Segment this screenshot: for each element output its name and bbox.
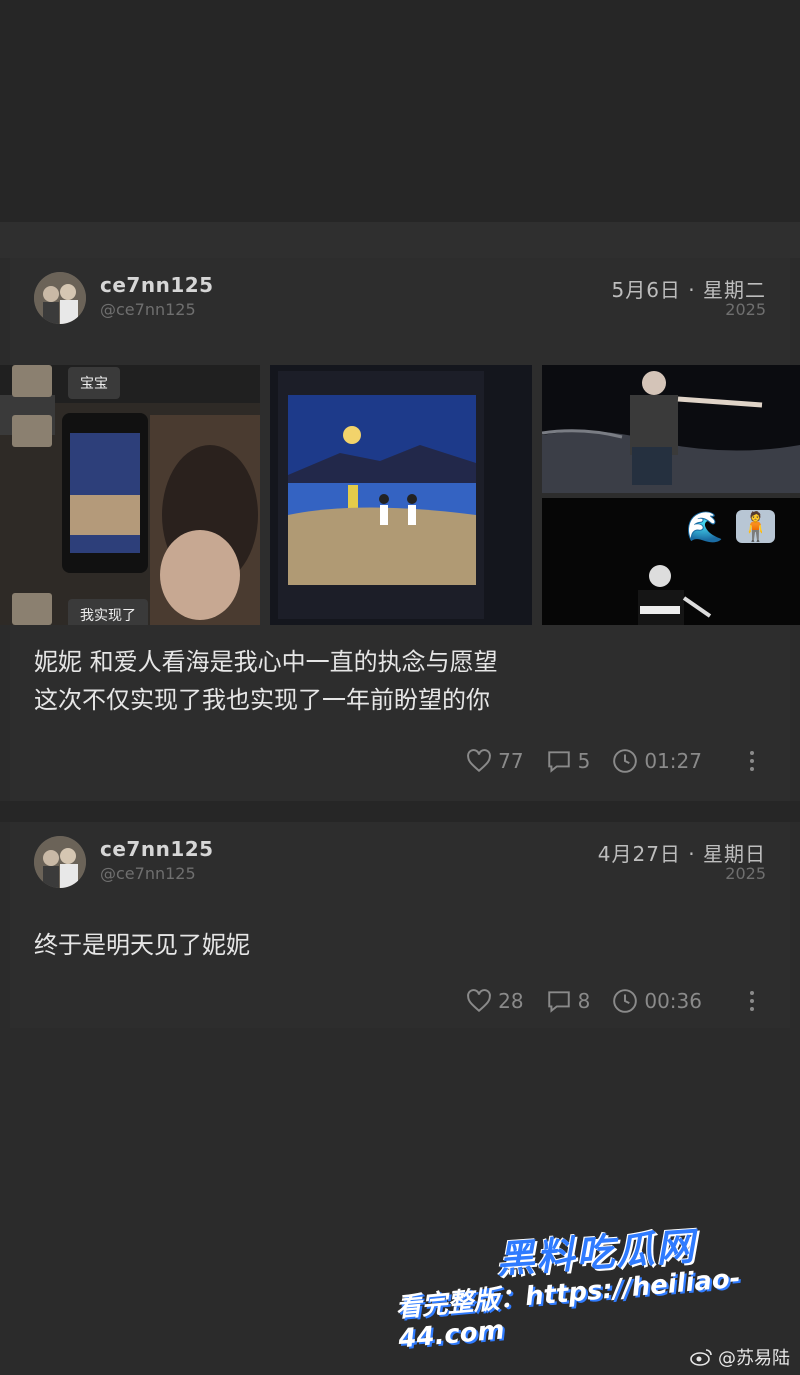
duration-indicator: 00:36 (612, 988, 702, 1014)
post-date: 4月27日 · 星期日 (597, 842, 766, 866)
post-caption: 终于是明天见了妮妮 (34, 926, 250, 964)
comment-icon (547, 751, 570, 773)
post-actions: 28 8 00:36 (466, 988, 756, 1014)
comment-icon (547, 991, 570, 1013)
clock-icon (613, 749, 638, 773)
media-beach-night-photo[interactable] (542, 365, 800, 493)
chat-avatar (12, 365, 52, 397)
duration-text: 00:36 (644, 989, 702, 1013)
caption-line: 终于是明天见了妮妮 (34, 931, 250, 959)
post-caption: 妮妮 和爱人看海是我心中一直的执念与愿望 这次不仅实现了我也实现了一年前盼望的你 (34, 643, 498, 719)
comment-button[interactable]: 8 (546, 988, 591, 1014)
wave-emoji: 🌊 (686, 510, 724, 545)
heart-icon (467, 749, 492, 773)
post-date: 5月6日 · 星期二 (611, 278, 766, 302)
weibo-handle: @苏易陆 (718, 1348, 790, 1369)
duration-indicator: 01:27 (612, 748, 702, 774)
avatar[interactable] (34, 836, 86, 888)
chat-message: 我实现了 (68, 599, 148, 625)
media-painting-photo[interactable] (270, 365, 532, 625)
media-grid: 宝宝 我实现了 🌊 🧍 (0, 365, 800, 625)
post-year: 2025 (725, 300, 766, 319)
user-handle: @ce7nn125 (100, 300, 196, 319)
weibo-icon (690, 1349, 712, 1366)
media-chat-screenshot[interactable]: 宝宝 我实现了 (0, 365, 260, 625)
like-count: 77 (498, 749, 524, 773)
chat-avatar (12, 593, 52, 625)
post-card[interactable]: ce7nn125 @ce7nn125 4月27日 · 星期日 2025 终于是明… (10, 822, 790, 1028)
more-options-icon[interactable] (750, 751, 756, 771)
avatar[interactable] (34, 272, 86, 324)
username[interactable]: ce7nn125 (100, 273, 214, 297)
person-emoji: 🧍 (736, 510, 775, 543)
like-button[interactable]: 28 (466, 988, 524, 1014)
post-card[interactable]: ce7nn125 @ce7nn125 5月6日 · 星期二 2025 宝宝 我实… (0, 258, 800, 801)
username[interactable]: ce7nn125 (100, 837, 214, 861)
duration-text: 01:27 (644, 749, 702, 773)
divider-band (0, 222, 800, 258)
user-handle: @ce7nn125 (100, 864, 196, 883)
post-year: 2025 (725, 864, 766, 883)
top-blank-area (0, 0, 800, 222)
comment-button[interactable]: 5 (546, 748, 591, 774)
media-night-selfie[interactable]: 🌊 🧍 (542, 498, 800, 625)
heart-icon (467, 989, 492, 1013)
more-options-icon[interactable] (750, 991, 756, 1011)
comment-count: 8 (577, 989, 591, 1013)
chat-message: 宝宝 (68, 367, 120, 399)
clock-icon (613, 989, 638, 1013)
post-actions: 77 5 01:27 (466, 748, 756, 774)
like-count: 28 (498, 989, 524, 1013)
comment-count: 5 (577, 749, 591, 773)
post-separator (0, 801, 800, 822)
caption-line: 妮妮 和爱人看海是我心中一直的执念与愿望 (34, 648, 498, 676)
chat-avatar (12, 415, 52, 447)
like-button[interactable]: 77 (466, 748, 524, 774)
caption-line: 这次不仅实现了我也实现了一年前盼望的你 (34, 686, 490, 714)
weibo-watermark: @苏易陆 (690, 1344, 790, 1370)
